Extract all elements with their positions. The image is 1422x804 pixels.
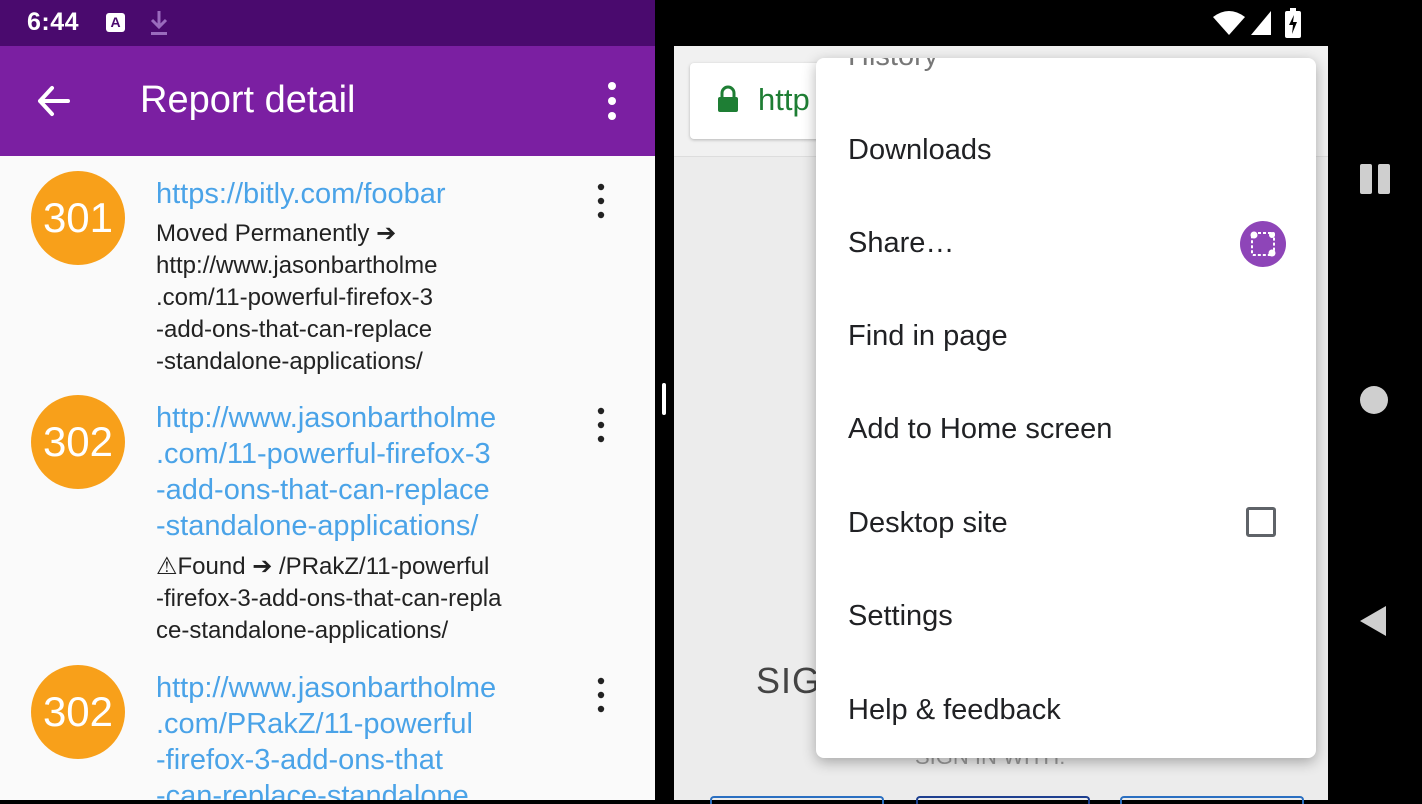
battery-charging-icon [1285,8,1301,38]
nav-back-icon[interactable] [1356,604,1390,638]
page-heading-partial: SIG [756,660,822,701]
report-url[interactable]: http://www.jasonbartholme .com/PRakZ/11-… [156,670,556,800]
menu-item-add-to-home[interactable]: Add to Home screen [848,413,1112,446]
menu-item-find-in-page[interactable]: Find in page [848,320,1008,353]
split-screen-divider[interactable] [662,383,666,415]
sign-in-provider-button[interactable] [1120,796,1304,804]
item-more-icon[interactable] [588,405,614,445]
desktop-site-checkbox[interactable] [1246,507,1276,537]
url-line: .com/PRakZ/11-powerful [156,708,473,740]
route-icon [1250,231,1276,257]
cell-signal-icon [1251,11,1271,35]
url-line: -can-replace-standalone [156,780,469,800]
url-line: http://www.jasonbartholme [156,402,497,434]
split-screen-icon[interactable] [1358,162,1392,196]
wifi-icon [1213,11,1245,35]
app-bar: Report detail [0,46,655,156]
report-url[interactable]: http://www.jasonbartholme .com/11-powerf… [156,400,556,544]
url-line: -add-ons-that-can-replace [156,474,490,506]
message-line: .com/11-powerful-firefox-3 [156,284,433,311]
message-line: -add-ons-that-can-replace [156,316,433,343]
menu-item-downloads[interactable]: Downloads [848,134,991,167]
menu-item-help-feedback[interactable]: Help & feedback [848,694,1061,727]
report-app: 6:44 A Report detail 301 https://bitly.c… [0,0,655,800]
status-code-badge: 301 [31,171,125,265]
message-line: Moved Permanently ➔ [156,220,397,247]
url-line: https://bitly.com/foobar [156,178,446,210]
url-line: -standalone-applications/ [156,510,479,542]
url-text[interactable]: http [758,82,810,118]
url-line: http://www.jasonbartholme [156,672,497,704]
lock-icon [718,85,738,112]
menu-item-desktop-site[interactable]: Desktop site [848,507,1008,540]
report-message: Moved Permanently ➔ http://www.jasonbart… [156,218,556,378]
url-line: -firefox-3-add-ons-that [156,744,443,776]
download-icon [150,11,168,35]
report-url[interactable]: https://bitly.com/foobar [156,176,556,212]
menu-item-settings[interactable]: Settings [848,600,953,633]
status-time: 6:44 [27,8,80,36]
back-arrow-icon[interactable] [28,74,82,128]
keyboard-badge-icon: A [106,13,125,32]
home-icon[interactable] [1360,386,1388,414]
menu-item-history[interactable]: History [848,58,938,73]
status-code-badge: 302 [31,665,125,759]
message-line: -standalone-applications/ [156,348,423,375]
overflow-menu: History Downloads Share… Find in page Ad… [816,58,1316,758]
message-line: ⚠Found ➔ /PRakZ/11-powerful [156,553,490,580]
item-more-icon[interactable] [588,675,614,715]
more-vert-icon[interactable] [592,76,632,126]
status-bar: 6:44 A [0,0,655,46]
sign-in-provider-button[interactable] [916,796,1090,804]
url-line: .com/11-powerful-firefox-3 [156,438,491,470]
message-line: -firefox-3-add-ons-that-can-repla [156,585,502,612]
item-more-icon[interactable] [588,181,614,221]
page-title: Report detail [140,79,356,121]
sign-in-provider-button[interactable] [710,796,884,804]
status-code-badge: 302 [31,395,125,489]
message-line: ce-standalone-applications/ [156,617,449,644]
menu-item-share[interactable]: Share… [848,227,954,260]
share-target-app-icon[interactable] [1240,221,1286,267]
report-message: ⚠Found ➔ /PRakZ/11-powerful -firefox-3-a… [156,551,556,647]
message-line: http://www.jasonbartholme [156,252,438,279]
